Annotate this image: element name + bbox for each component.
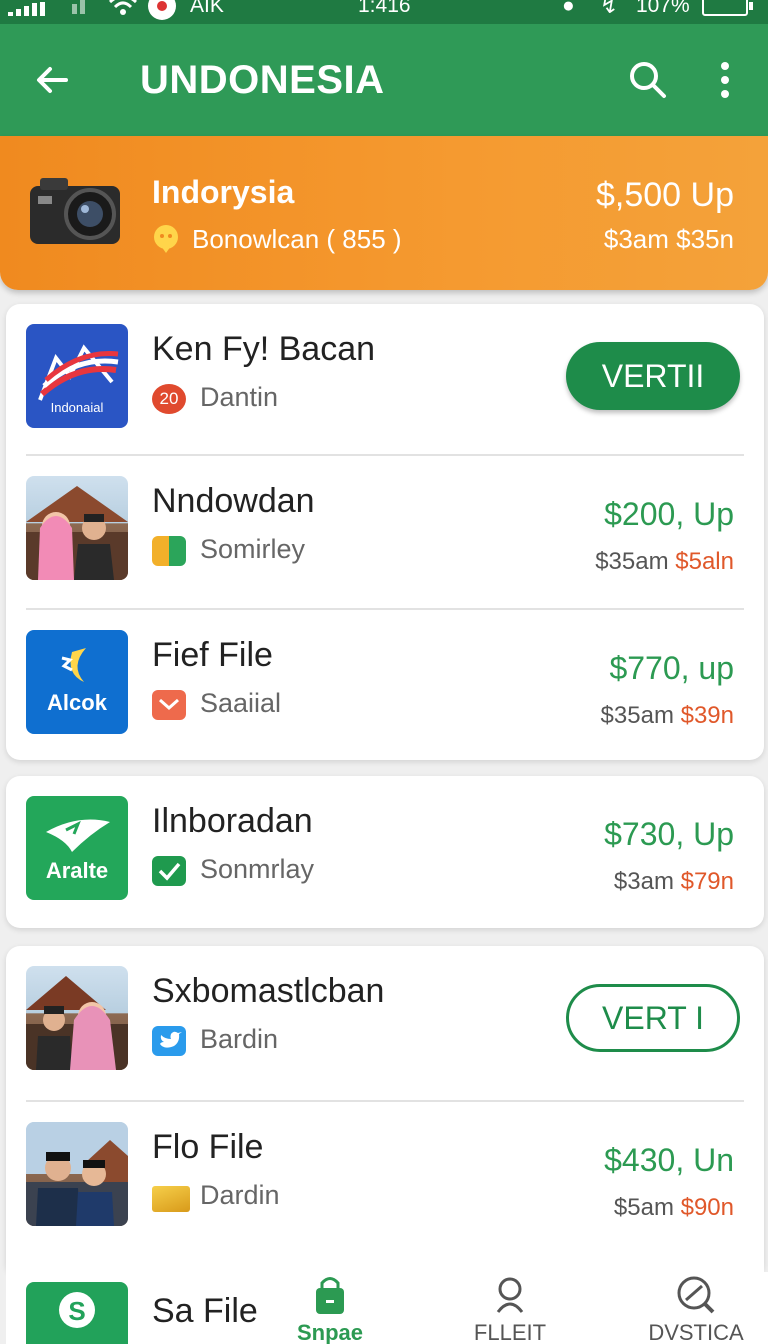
location-pin-icon [152, 224, 180, 259]
search-stats-icon [677, 1276, 715, 1314]
listing-card: Aralte Ilnboradan Sonmrlay $730, Up $3am… [6, 776, 764, 928]
message-icon [152, 690, 186, 720]
thumb-label: Indonaial [51, 400, 104, 415]
list-item[interactable]: Nndowdan Somirley $200, Up $35am $5aln [6, 456, 764, 612]
item-price: $200, Up [604, 496, 734, 532]
nav-item-dvstica[interactable]: DVSTICA [626, 1272, 766, 1344]
listing-card: Indonaial Ken Fy! Bacan 20 Dantin VERTII… [6, 304, 764, 760]
item-price: $430, Un [604, 1142, 734, 1178]
people-photo-thumbnail [26, 966, 128, 1070]
profile-icon [496, 1277, 524, 1313]
flag-logo-thumbnail: Indonaial [26, 324, 128, 428]
puzzle-icon [152, 536, 186, 566]
alarm-icon: ● [562, 0, 575, 17]
banner-title: Indorysia [152, 174, 295, 210]
nav-label: Snpae [296, 1320, 364, 1344]
thumb-label: Alcok [47, 690, 108, 715]
nav-item-fleit[interactable]: FLLEIT [440, 1272, 580, 1344]
item-title: Sa File [152, 1292, 258, 1330]
item-subtitle: Somirley [200, 534, 306, 564]
thumb-label: Aralte [46, 858, 108, 883]
clock: 1:416 [358, 0, 411, 17]
item-title: Nndowdan [152, 482, 315, 520]
list-item[interactable]: Sxbomastlcban Bardin VERT I [6, 946, 764, 1102]
item-schedule: $35am $39n [600, 702, 734, 729]
promo-banner[interactable]: Indorysia Bonowlcan ( 855 ) $,500 Up $3a… [0, 136, 768, 290]
status-bar: AIK 1:416 ● ↯ 107% [0, 0, 768, 24]
list-item[interactable]: Aralte Ilnboradan Sonmrlay $730, Up $3am… [6, 776, 764, 932]
aralte-logo-thumbnail: Aralte [26, 796, 128, 900]
battery-percent: 107% [636, 0, 690, 17]
bird-icon [152, 1026, 186, 1056]
item-subtitle: Dardin [200, 1180, 280, 1210]
count-badge: 20 [152, 384, 186, 414]
item-title: Fief File [152, 636, 273, 674]
item-subtitle: Bardin [200, 1024, 279, 1054]
back-arrow-icon[interactable] [30, 58, 74, 107]
list-item[interactable]: Alcok Fief File Saaiial $770, up $35am $… [6, 610, 764, 766]
banner-schedule: $3am $35n [603, 224, 734, 254]
bottom-nav: Snpae FLLEIT DVSTICA [260, 1272, 768, 1344]
signal-secondary-icon [72, 0, 85, 14]
page-title: UNDONESIA [140, 58, 385, 102]
item-subtitle: Sonmrlay [200, 854, 315, 884]
block-icon [152, 1186, 190, 1212]
item-title: Sxbomastlcban [152, 972, 385, 1010]
item-schedule: $5am $90n [613, 1194, 734, 1221]
signal-icon [8, 2, 45, 16]
item-subtitle: Dantin [200, 382, 279, 412]
carrier-label: AIK [190, 0, 224, 17]
svg-text:S: S [68, 1296, 85, 1326]
check-icon [152, 856, 186, 886]
nav-item-shop[interactable]: Snpae [260, 1272, 400, 1344]
shopping-bag-icon [316, 1277, 344, 1314]
item-price: $730, Up [604, 816, 734, 852]
battery-icon [702, 0, 753, 16]
record-icon [148, 0, 176, 20]
item-title: Ken Fy! Bacan [152, 330, 376, 368]
search-icon[interactable] [626, 58, 670, 107]
nav-label: FLLEIT [473, 1320, 547, 1344]
banner-price: $,500 Up [596, 176, 734, 214]
camera-icon [28, 172, 124, 253]
vertii-button[interactable]: VERTII [566, 342, 740, 410]
dollar-logo-thumbnail: S [26, 1282, 128, 1344]
item-title: Flo File [152, 1128, 264, 1166]
vert-i-button[interactable]: VERT I [566, 984, 740, 1052]
item-subtitle: Saaiial [200, 688, 282, 718]
listing-card: Sxbomastlcban Bardin VERT I Flo File Dar… [6, 946, 764, 1276]
people-photo-thumbnail [26, 476, 128, 580]
people-photo-thumbnail [26, 1122, 128, 1226]
charging-icon: ↯ [600, 0, 618, 18]
item-schedule: $35am $5aln [595, 548, 734, 575]
alcok-logo-thumbnail: Alcok [26, 630, 128, 734]
item-schedule: $3am $79n [613, 868, 734, 895]
app-bar: UNDONESIA [0, 24, 768, 136]
item-price: $770, up [609, 650, 734, 686]
banner-subtitle: Bonowlcan ( 855 ) [192, 224, 402, 254]
item-title: Ilnboradan [152, 802, 313, 840]
wifi-icon [108, 0, 138, 24]
list-item[interactable]: Indonaial Ken Fy! Bacan 20 Dantin VERTII [6, 304, 764, 460]
more-vert-icon[interactable] [710, 58, 740, 107]
nav-label: DVSTICA [648, 1320, 744, 1344]
list-item[interactable]: Flo File Dardin $430, Un $5am $90n [6, 1102, 764, 1258]
